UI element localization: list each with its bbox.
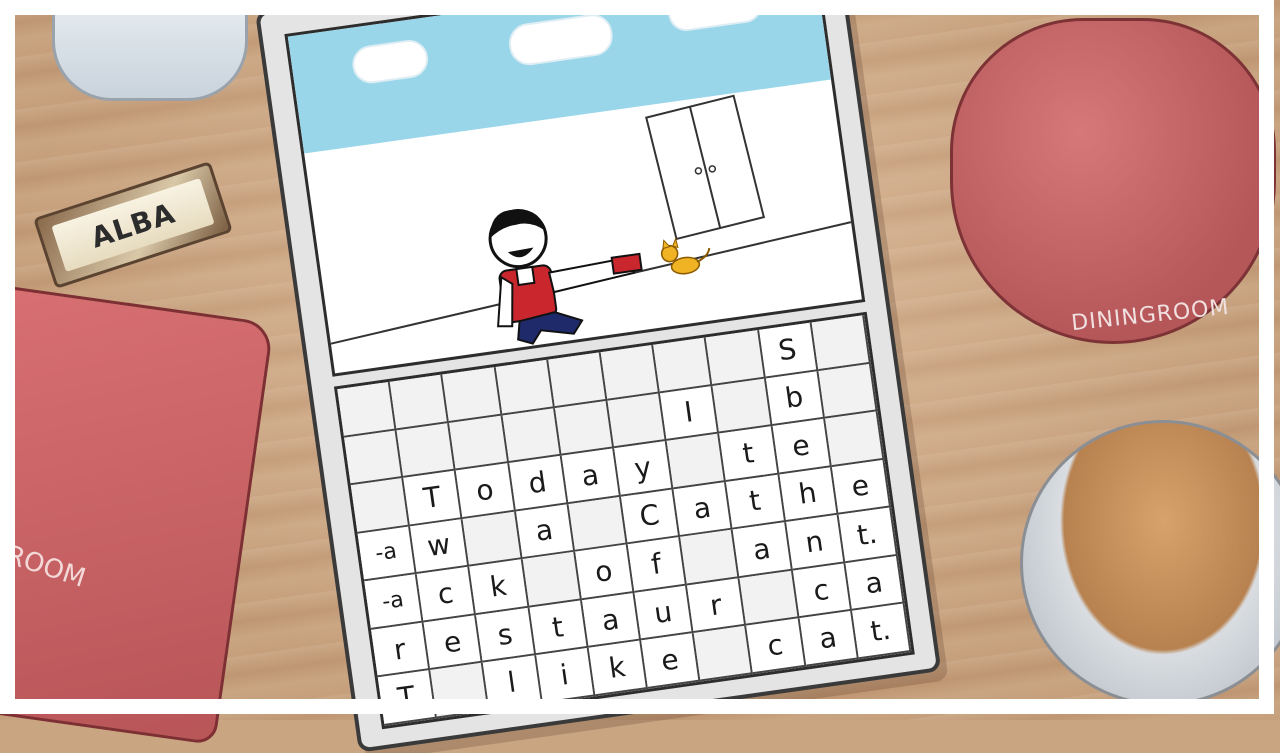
grid-cell[interactable] <box>495 359 555 416</box>
grid-cell[interactable]: r <box>687 577 747 634</box>
grid-cell[interactable]: f <box>627 537 688 593</box>
grid-cell[interactable]: -a <box>357 526 418 582</box>
double-door-icon <box>645 94 766 241</box>
cap-label: DININGROOM <box>1070 294 1231 337</box>
grid-cell[interactable]: d <box>508 455 569 512</box>
grid-cell[interactable] <box>712 378 773 434</box>
grid-cell[interactable]: o <box>456 463 516 519</box>
grid-cell[interactable] <box>706 329 766 386</box>
grid-cell[interactable]: o <box>575 544 635 601</box>
grid-cell[interactable]: t. <box>851 603 912 660</box>
grid-cell[interactable] <box>449 415 509 471</box>
grid-cell[interactable]: l <box>483 655 543 712</box>
grid-cell[interactable] <box>522 551 582 608</box>
grid-cell[interactable] <box>818 363 878 419</box>
grid-cell[interactable]: u <box>634 585 694 641</box>
grid-cell[interactable]: b <box>765 370 825 427</box>
grid-cell[interactable]: a <box>515 503 576 560</box>
grid-cell[interactable]: c <box>792 563 852 619</box>
grid-cell[interactable]: r <box>371 622 431 678</box>
grid-cell[interactable] <box>337 381 397 438</box>
grid-cell[interactable]: C <box>620 489 681 545</box>
grid-cell[interactable]: i <box>535 648 596 704</box>
grid-cell[interactable] <box>396 422 457 479</box>
grid-cell[interactable] <box>548 352 608 408</box>
grid-cell[interactable]: t <box>719 426 780 482</box>
grid-cell[interactable]: a <box>799 611 859 667</box>
grid-cell[interactable] <box>502 407 562 464</box>
table-background: ALBA ROOM DININGROOM S I b T o d a y t e… <box>0 0 1280 753</box>
grid-cell[interactable] <box>739 570 800 626</box>
grid-cell[interactable]: y <box>614 440 674 497</box>
grid-cell[interactable]: s <box>476 607 536 663</box>
apron-label: ROOM <box>2 540 90 594</box>
grid-cell[interactable]: a <box>845 555 905 612</box>
grid-cell[interactable] <box>811 315 871 371</box>
grid-cell[interactable] <box>693 625 754 682</box>
grid-cell[interactable]: T <box>377 670 438 726</box>
grid-cell[interactable] <box>442 367 503 423</box>
apron: ROOM <box>0 280 275 746</box>
smiling-boy-icon <box>488 209 643 345</box>
grid-cell[interactable] <box>600 344 661 401</box>
grid-cell[interactable] <box>680 529 740 586</box>
grid-cell[interactable] <box>653 337 713 393</box>
grid-cell[interactable]: n <box>785 514 846 571</box>
grid-cell[interactable] <box>554 400 615 456</box>
grid-cell[interactable]: e <box>423 614 484 671</box>
name-tag: ALBA <box>33 161 233 289</box>
bread-bag <box>1020 420 1280 706</box>
room-drawing <box>330 94 852 345</box>
grid-cell[interactable] <box>430 662 490 719</box>
grid-cell[interactable]: k <box>469 559 530 615</box>
name-tag-label: ALBA <box>51 178 215 272</box>
grid-cell[interactable]: t <box>726 474 786 530</box>
grid-cell[interactable] <box>389 374 450 430</box>
grid-cell[interactable]: c <box>417 566 477 623</box>
grid-cell[interactable]: t <box>529 600 589 656</box>
handheld-device: S Ib To d a y t e -a w a Ca t h e -a c k o f a n t. r e s t a u r c a Tl… <box>255 0 942 753</box>
grid-cell[interactable]: T <box>403 470 463 527</box>
word-grid[interactable]: S Ib To d a y t e -a w a Ca t h e -a c k o f a n t. r e s t a u r c a Tl… <box>333 311 915 730</box>
grid-cell[interactable]: h <box>779 466 839 523</box>
grid-cell[interactable]: e <box>831 459 892 515</box>
grid-cell[interactable]: e <box>772 418 832 475</box>
grid-cell[interactable]: a <box>561 448 621 504</box>
grid-cell[interactable]: e <box>641 633 701 689</box>
grid-cell[interactable] <box>824 411 885 467</box>
grid-cell[interactable]: a <box>733 522 793 578</box>
grid-cell[interactable]: c <box>746 618 807 675</box>
grid-cell[interactable] <box>462 511 523 567</box>
grid-cell[interactable]: S <box>758 322 819 379</box>
grid-cell[interactable]: I <box>660 385 720 441</box>
grid-cell[interactable]: w <box>410 518 470 575</box>
game-screen <box>284 0 866 377</box>
grid-cell[interactable] <box>568 496 628 552</box>
grid-cell[interactable]: t. <box>838 507 898 564</box>
grid-cell[interactable] <box>607 392 667 449</box>
grid-cell[interactable]: a <box>673 481 734 538</box>
grid-cell[interactable] <box>344 429 404 486</box>
grid-cell[interactable]: k <box>588 640 649 697</box>
grid-cell[interactable]: -a <box>364 574 424 630</box>
grid-cell[interactable] <box>666 433 727 490</box>
grid-cell[interactable]: a <box>581 592 642 649</box>
cap: DININGROOM <box>950 18 1276 344</box>
water-glass <box>52 0 248 101</box>
grid-cell[interactable] <box>350 478 411 534</box>
